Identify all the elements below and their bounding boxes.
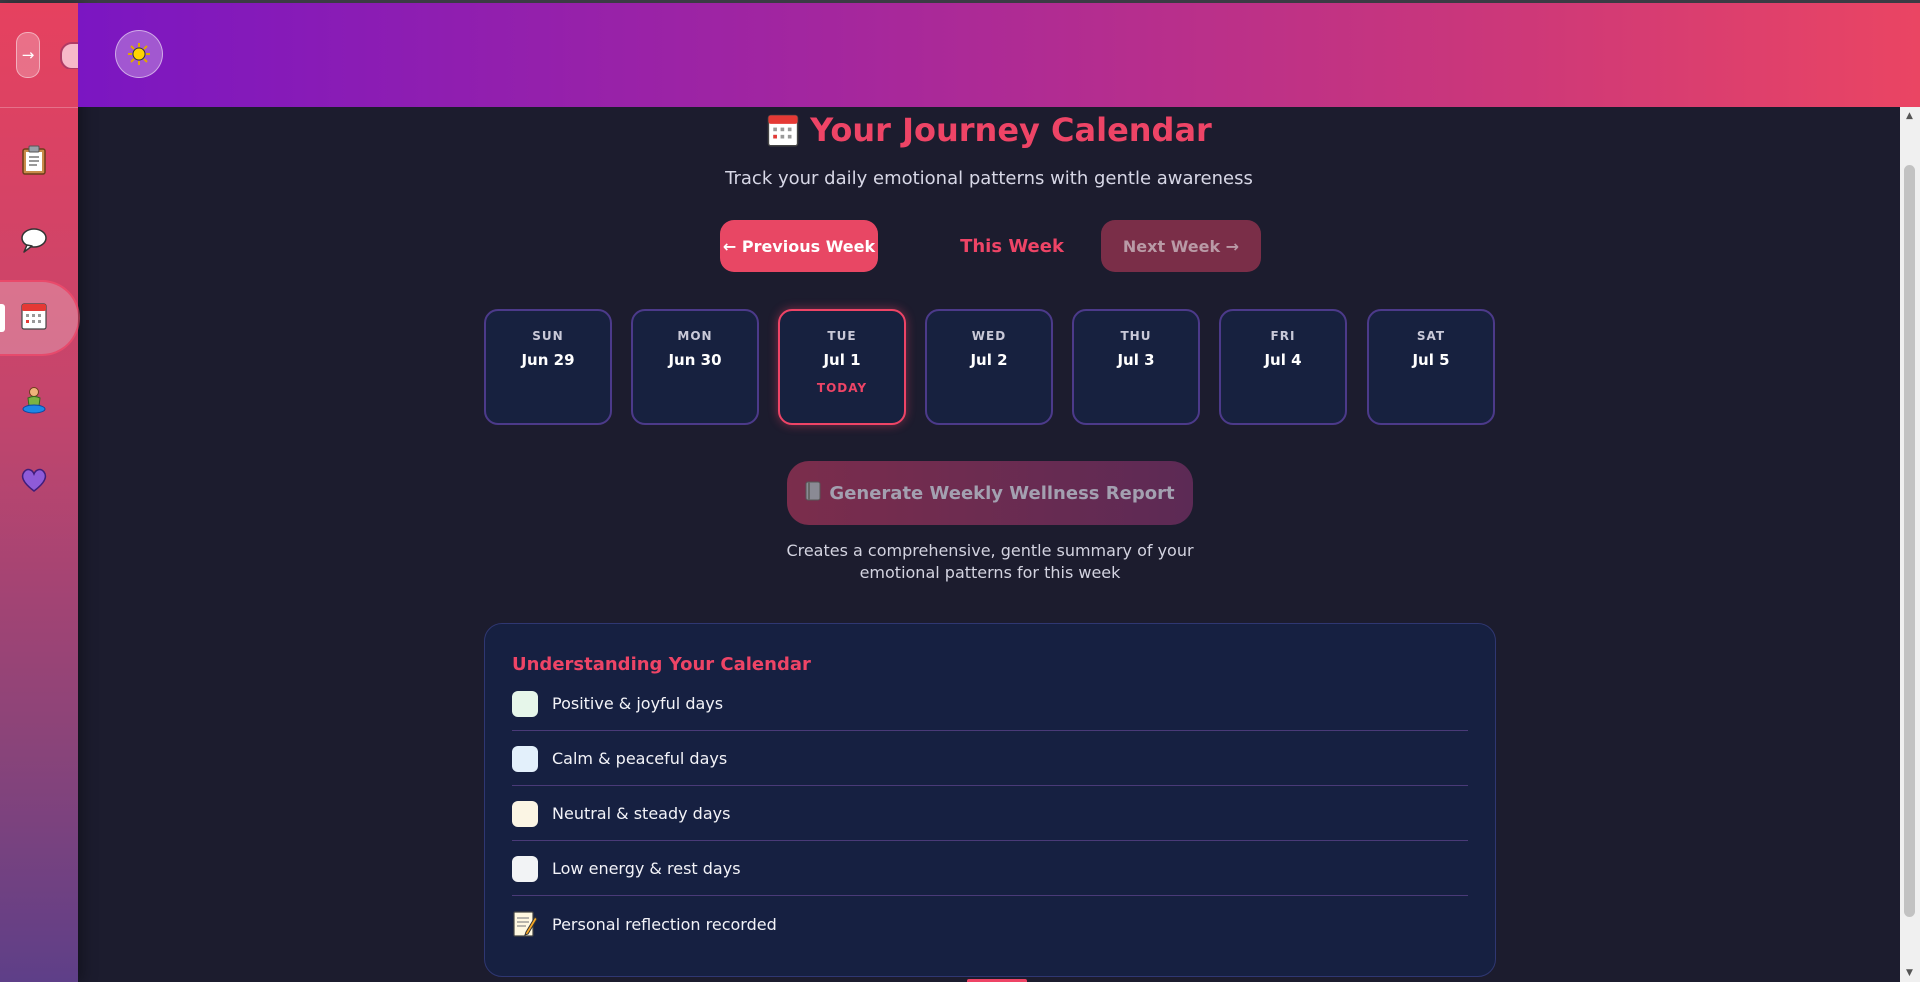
vertical-scrollbar[interactable]: ▲ ▼ — [1900, 107, 1920, 982]
sidebar-item-meditation[interactable] — [14, 380, 54, 420]
main-content: Your Journey Calendar Track your daily e… — [78, 107, 1900, 982]
notebook-icon — [805, 481, 821, 506]
heart-icon — [21, 468, 47, 492]
calm-color-swatch — [512, 745, 538, 772]
sidebar: → — [0, 3, 78, 982]
legend-item: Neutral & steady days — [512, 787, 1468, 841]
day-card-tue[interactable]: TUE Jul 1 TODAY — [778, 309, 906, 425]
day-of-week: WED — [971, 329, 1007, 343]
legend-item: Calm & peaceful days — [512, 732, 1468, 786]
low-energy-color-swatch — [512, 855, 538, 882]
day-card-sun[interactable]: SUN Jun 29 — [484, 309, 612, 425]
day-of-week: THU — [1120, 329, 1152, 343]
arrow-right-icon: → — [21, 46, 35, 64]
day-card-mon[interactable]: MON Jun 30 — [631, 309, 759, 425]
sidebar-toggle-button[interactable]: → — [16, 32, 40, 78]
day-of-week: MON — [677, 329, 713, 343]
chat-bubble-icon — [21, 228, 47, 253]
day-date: Jul 2 — [970, 351, 1008, 369]
active-indicator — [0, 304, 5, 332]
memo-icon — [512, 911, 538, 937]
scroll-down-arrow-icon[interactable]: ▼ — [1906, 968, 1913, 978]
legend-label: Low energy & rest days — [552, 859, 741, 878]
legend-label: Calm & peaceful days — [552, 749, 728, 768]
legend-item: Positive & joyful days — [512, 677, 1468, 731]
day-card-sat[interactable]: SAT Jul 5 — [1367, 309, 1495, 425]
sidebar-item-wellbeing[interactable] — [14, 460, 54, 500]
day-of-week: TUE — [827, 329, 857, 343]
day-date: Jul 4 — [1264, 351, 1302, 369]
report-description: Creates a comprehensive, gentle summary … — [786, 541, 1194, 582]
sidebar-divider — [0, 107, 78, 108]
meditation-icon — [22, 387, 46, 414]
day-of-week: SUN — [532, 329, 564, 343]
legend-item: Low energy & rest days — [512, 842, 1468, 896]
legend-item: Personal reflection recorded — [512, 897, 1468, 951]
sidebar-item-calendar[interactable] — [0, 282, 78, 354]
top-header — [78, 3, 1920, 107]
next-week-button[interactable]: Next Week → — [1101, 220, 1261, 272]
scroll-up-arrow-icon[interactable]: ▲ — [1906, 111, 1913, 121]
day-of-week: SAT — [1416, 329, 1446, 343]
page-subtitle: Track your daily emotional patterns with… — [725, 168, 1253, 189]
generate-report-button[interactable]: Generate Weekly Wellness Report — [787, 461, 1193, 525]
day-card-wed[interactable]: WED Jul 2 — [925, 309, 1053, 425]
day-date: Jul 3 — [1117, 351, 1155, 369]
day-of-week: FRI — [1270, 329, 1296, 343]
legend-label: Personal reflection recorded — [552, 914, 777, 934]
sidebar-item-journal[interactable] — [14, 140, 54, 180]
calendar-icon — [766, 113, 800, 156]
neutral-color-swatch — [512, 800, 538, 827]
day-date: Jun 30 — [668, 351, 722, 369]
today-badge: TODAY — [816, 381, 868, 395]
day-card-thu[interactable]: THU Jul 3 — [1072, 309, 1200, 425]
theme-toggle-button[interactable] — [115, 30, 163, 78]
day-date: Jul 5 — [1412, 351, 1450, 369]
page-title: Your Journey Calendar — [78, 110, 1900, 156]
day-date: Jul 1 — [823, 351, 861, 369]
brain-logo-icon — [60, 39, 78, 69]
calendar-icon — [21, 303, 47, 330]
previous-week-button[interactable]: ← Previous Week — [720, 220, 878, 272]
positive-color-swatch — [512, 690, 538, 717]
page-title-text: Your Journey Calendar — [810, 111, 1212, 149]
day-card-fri[interactable]: FRI Jul 4 — [1219, 309, 1347, 425]
legend-label: Neutral & steady days — [552, 804, 731, 823]
clipboard-icon — [22, 145, 46, 175]
sun-icon — [128, 43, 150, 65]
scrollbar-thumb[interactable] — [1904, 165, 1915, 917]
this-week-button[interactable]: This Week — [940, 220, 1084, 272]
generate-report-label: Generate Weekly Wellness Report — [829, 482, 1175, 504]
legend-title: Understanding Your Calendar — [512, 654, 811, 675]
calendar-legend: Understanding Your Calendar Positive & j… — [484, 623, 1496, 977]
legend-label: Positive & joyful days — [552, 694, 724, 713]
day-date: Jun 29 — [521, 351, 575, 369]
sidebar-item-chat[interactable] — [14, 220, 54, 260]
